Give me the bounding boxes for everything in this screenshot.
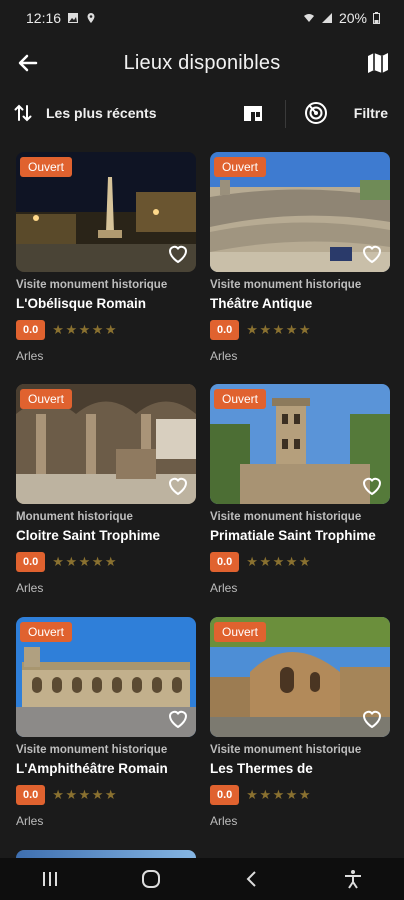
place-category: Visite monument historique [210, 744, 362, 756]
status-badge: Ouvert [214, 157, 267, 177]
place-category: Visite monument historique [16, 279, 168, 291]
rating-row: 0.0 ★★★★★ [210, 320, 312, 340]
rating-stars: ★★★★★ [246, 322, 313, 337]
rating-stars: ★★★★★ [52, 322, 119, 337]
place-image: Ouvert [210, 152, 390, 272]
list-toolbar: Les plus récents Filtre [0, 92, 404, 136]
place-image: Ouvert [16, 152, 196, 272]
accessibility-icon[interactable] [342, 868, 364, 890]
sort-arrows-icon [14, 104, 32, 122]
place-name: Primatiale Saint Trophime [210, 528, 376, 543]
place-category: Visite monument historique [210, 279, 362, 291]
rating-score: 0.0 [210, 552, 240, 572]
rating-score: 0.0 [16, 320, 46, 340]
place-category: Visite monument historique [16, 744, 168, 756]
wifi-icon [303, 14, 314, 22]
place-city: Arles [16, 581, 44, 595]
heart-outline-icon[interactable] [360, 474, 384, 498]
place-image: Ouvert [16, 617, 196, 737]
place-name: L'Amphithéâtre Romain [16, 761, 168, 776]
status-badge: Ouvert [20, 157, 73, 177]
back-arrow-icon[interactable] [14, 49, 42, 77]
place-card[interactable]: Ouvert Monument historique Cloitre Saint… [16, 384, 196, 604]
place-name: L'Obélisque Romain [16, 296, 146, 311]
radar-icon[interactable] [304, 101, 328, 125]
heart-outline-icon[interactable] [360, 707, 384, 731]
filter-button[interactable]: Filtre [354, 105, 388, 121]
rating-score: 0.0 [16, 552, 46, 572]
page-title: Lieux disponibles [123, 51, 281, 74]
sort-label: Les plus récents [46, 105, 157, 121]
rating-stars: ★★★★★ [246, 787, 313, 802]
recent-apps-icon[interactable] [40, 870, 60, 888]
rating-row: 0.0 ★★★★★ [16, 785, 118, 805]
status-badge: Ouvert [20, 622, 73, 642]
place-image: Ouvert [16, 384, 196, 504]
place-card[interactable]: Ouvert Visite monument historique Les Th… [210, 617, 390, 837]
place-card[interactable]: Ouvert Visite monument historique Primat… [210, 384, 390, 604]
toolbar-divider [285, 100, 286, 128]
battery-percent: 20% [338, 10, 367, 26]
battery-icon [373, 12, 380, 24]
rating-score: 0.0 [210, 785, 240, 805]
place-image: Ouvert [210, 617, 390, 737]
app-bar: Lieux disponibles [0, 36, 404, 90]
place-city: Arles [210, 814, 238, 828]
place-card[interactable]: Ouvert Visite monument historique Théâtr… [210, 152, 390, 372]
rating-row: 0.0 ★★★★★ [16, 552, 118, 572]
place-city: Arles [210, 349, 238, 363]
rating-stars: ★★★★★ [52, 787, 119, 802]
heart-outline-icon[interactable] [166, 707, 190, 731]
signal-icon [321, 13, 332, 23]
heart-outline-icon[interactable] [166, 474, 190, 498]
place-city: Arles [210, 581, 238, 595]
back-nav-icon[interactable] [242, 869, 262, 889]
map-icon[interactable] [364, 49, 392, 77]
place-card[interactable]: Ouvert Visite monument historique L'Obél… [16, 152, 196, 372]
heart-outline-icon[interactable] [166, 242, 190, 266]
sort-control[interactable]: Les plus récents [14, 102, 157, 124]
home-icon[interactable] [140, 868, 162, 890]
status-time: 12:16 [26, 10, 62, 26]
rating-row: 0.0 ★★★★★ [210, 552, 312, 572]
gallery-notification-icon [68, 13, 79, 23]
status-badge: Ouvert [214, 622, 267, 642]
rating-stars: ★★★★★ [246, 554, 313, 569]
grid-view-icon[interactable] [242, 103, 264, 125]
rating-row: 0.0 ★★★★★ [210, 785, 312, 805]
place-city: Arles [16, 349, 44, 363]
place-category: Monument historique [16, 511, 133, 523]
rating-row: 0.0 ★★★★★ [16, 320, 118, 340]
place-image: Ouvert [210, 384, 390, 504]
place-name: Cloitre Saint Trophime [16, 528, 161, 543]
status-badge: Ouvert [214, 389, 267, 409]
place-name: Les Thermes de [210, 761, 313, 776]
rating-score: 0.0 [16, 785, 46, 805]
place-name: Théâtre Antique [210, 296, 313, 311]
rating-score: 0.0 [210, 320, 240, 340]
rating-stars: ★★★★★ [52, 554, 119, 569]
location-icon [87, 13, 95, 23]
status-badge: Ouvert [20, 389, 73, 409]
place-card[interactable]: Ouvert Visite monument historique L'Amph… [16, 617, 196, 837]
system-nav-bar [0, 858, 404, 900]
place-city: Arles [16, 814, 44, 828]
place-category: Visite monument historique [210, 511, 362, 523]
heart-outline-icon[interactable] [360, 242, 384, 266]
status-bar: 12:16 20% [0, 0, 404, 36]
